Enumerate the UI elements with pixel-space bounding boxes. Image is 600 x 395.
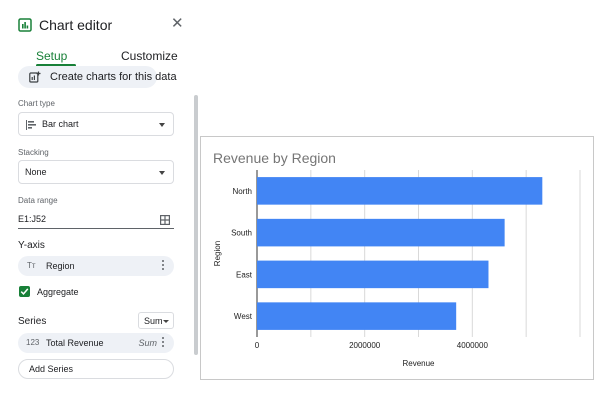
stacking-label: Stacking <box>18 148 49 157</box>
category-label: West <box>234 312 253 321</box>
chevron-down-icon <box>163 320 169 323</box>
chart-icon <box>18 18 32 32</box>
category-label: North <box>232 187 252 196</box>
bar-chart: North South East West 0 2000000 4000000 Revenue… <box>213 170 581 368</box>
number-type-icon: 123 <box>26 338 40 347</box>
bar-south <box>257 218 505 247</box>
chevron-down-icon <box>159 123 165 127</box>
chevron-down-icon <box>159 171 165 175</box>
editor-title: Chart editor <box>39 17 113 33</box>
bar-east <box>257 260 489 289</box>
create-charts-button[interactable]: Create charts for this data <box>18 66 177 88</box>
series-aggregation-select[interactable]: Sum <box>138 312 174 329</box>
screen: Chart editor ✕ Setup Customize Create ch… <box>0 0 600 395</box>
y-axis-field-label: Region <box>46 261 75 271</box>
x-tick-label: 0 <box>255 341 260 350</box>
bar-west <box>257 302 457 330</box>
x-axis-title: Revenue <box>402 359 435 368</box>
stacking-select[interactable]: None <box>18 160 174 184</box>
close-icon[interactable]: ✕ <box>171 15 184 33</box>
add-series-button[interactable]: Add Series <box>18 359 174 379</box>
series-heading: Series <box>18 316 47 327</box>
chart-type-value: Bar chart <box>42 119 79 129</box>
data-range-input[interactable]: E1:J52 <box>18 214 46 224</box>
y-axis-title: Region <box>213 241 222 266</box>
x-tick-label: 4000000 <box>457 341 489 350</box>
bar-north <box>257 177 543 205</box>
y-axis-heading: Y-axis <box>18 240 45 251</box>
chart-container[interactable]: Revenue by Region North South East West 0 200… <box>200 136 594 380</box>
create-charts-label: Create charts for this data <box>50 71 177 83</box>
aggregate-checkbox[interactable] <box>19 286 30 297</box>
category-label: East <box>236 270 253 279</box>
bar-chart-icon <box>26 120 36 130</box>
data-range-underline <box>18 228 174 229</box>
x-tick-label: 2000000 <box>349 341 381 350</box>
y-axis-field-chip[interactable]: Tт Region <box>18 256 174 276</box>
text-type-icon: Tт <box>27 261 36 270</box>
scrollbar[interactable] <box>194 95 198 355</box>
series-item-label: Total Revenue <box>46 338 104 348</box>
more-vert-icon[interactable] <box>161 260 164 272</box>
stacking-value: None <box>25 167 47 177</box>
chart-type-label: Chart type <box>18 99 55 108</box>
aggregate-label: Aggregate <box>37 287 79 297</box>
editor-header: Chart editor ✕ <box>8 0 196 44</box>
chart-editor-panel: Chart editor ✕ Setup Customize Create ch… <box>8 0 198 395</box>
series-item-chip[interactable]: 123 Total Revenue Sum <box>18 333 174 353</box>
category-label: South <box>231 229 252 238</box>
tab-setup[interactable]: Setup <box>36 49 67 63</box>
tab-customize[interactable]: Customize <box>121 49 178 63</box>
series-item-aggregation: Sum <box>138 338 157 348</box>
chart-type-select[interactable]: Bar chart <box>18 112 174 136</box>
more-vert-icon[interactable] <box>161 337 164 349</box>
add-series-label: Add Series <box>29 364 74 374</box>
data-range-label: Data range <box>18 196 58 205</box>
checkmark-icon <box>20 288 29 296</box>
series-aggregation-value: Sum <box>144 316 163 326</box>
add-chart-icon <box>29 71 41 83</box>
